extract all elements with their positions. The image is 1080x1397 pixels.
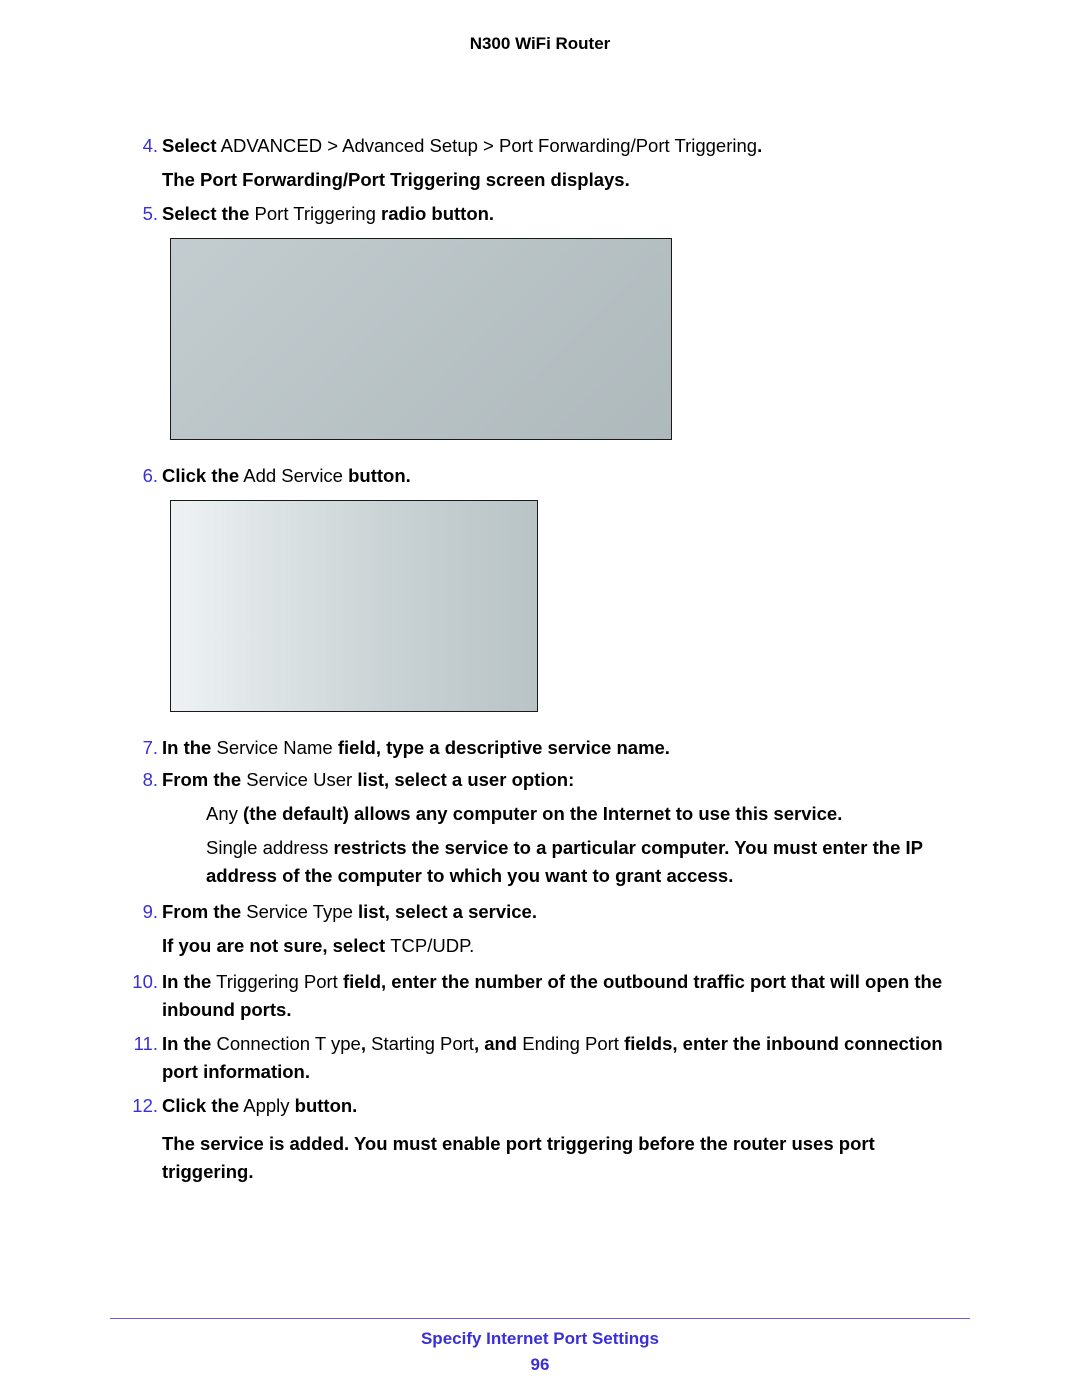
step-8: 8. From the Service User list, select a … [110,766,970,890]
text: Any [206,803,238,824]
text: Service Name [216,737,337,758]
text-bold: list, select a service. [358,901,537,922]
text-bold: From the [162,901,246,922]
text-bold: list, select a user option: [357,769,574,790]
screenshot-placeholder-large [170,238,672,440]
footer-section-title: Specify Internet Port Settings [0,1329,1080,1349]
step-9: 9. From the Service Type list, select a … [110,898,970,960]
text: Port Triggering [249,203,381,224]
text-bold: , and [474,1033,522,1054]
step-number: 5. [124,200,158,228]
text: Ending Port [522,1033,624,1054]
step-5: 5. Select the Port Triggering radio butt… [110,200,970,440]
text-bold: In the [162,1033,216,1054]
instruction-list: 4. Select ADVANCED > Advanced Setup > Po… [110,132,970,1186]
text: Starting Port [371,1033,474,1054]
option-single-address: Single address restricts the service to … [162,834,970,890]
text-bold: restricts the service to a particular co… [328,837,729,858]
text-bold: Select [162,135,217,156]
screenshot-placeholder-small [170,500,538,712]
page-header: N300 WiFi Router [110,34,970,54]
text-bold: From the [162,769,246,790]
text: Add Service [239,465,348,486]
text-bold: radio button. [381,203,494,224]
step-subtext: If you are not sure, select TCP/UDP. [162,932,970,960]
step-11: 11. In the Connection T ype, Starting Po… [110,1030,970,1086]
step-number: 6. [124,462,158,490]
text: Service User [246,769,357,790]
step-10: 10. In the Triggering Port field, enter … [110,968,970,1024]
text: ADVANCED > Advanced Setup > Port Forward… [217,135,758,156]
step-4: 4. Select ADVANCED > Advanced Setup > Po… [110,132,970,194]
footer-page-number: 96 [0,1355,1080,1375]
text-bold: Click the [162,1095,239,1116]
text-bold: (the default) allows any computer on the… [238,803,842,824]
text: Apply [239,1095,295,1116]
text-bold: If you are not sure, select [162,935,390,956]
step-subtext: The Port Forwarding/Port Triggering scre… [162,166,970,194]
text-bold: . [757,135,762,156]
text: Single address [206,837,328,858]
option-any: Any (the default) allows any computer on… [162,800,970,828]
text-bold: , [361,1033,371,1054]
text: Connection T ype [216,1033,360,1054]
document-page: N300 WiFi Router 4. Select ADVANCED > Ad… [0,0,1080,1397]
step-6: 6. Click the Add Service button. [110,462,970,712]
step-number: 9. [124,898,158,926]
text-bold: field, type a descriptive service name. [338,737,670,758]
text-bold: In the [162,971,211,992]
step-number: 4. [124,132,158,160]
text: TCP/UDP. [390,935,474,956]
text-bold: Select the [162,203,249,224]
step-number: 11. [124,1030,158,1058]
text-bold: Click the [162,465,239,486]
step-7: 7. In the Service Name field, type a des… [110,734,970,762]
step-subtext: The service is added. You must enable po… [162,1130,970,1186]
text-bold: button. [295,1095,358,1116]
step-number: 8. [124,766,158,794]
footer-divider [110,1318,970,1319]
step-number: 12. [124,1092,158,1120]
text: Service Type [246,901,358,922]
text-bold: In the [162,737,216,758]
text: Triggering Port [211,971,343,992]
text-bold: button. [348,465,411,486]
step-12: 12. Click the Apply button. The service … [110,1092,970,1186]
step-number: 7. [124,734,158,762]
step-number: 10. [124,968,158,996]
